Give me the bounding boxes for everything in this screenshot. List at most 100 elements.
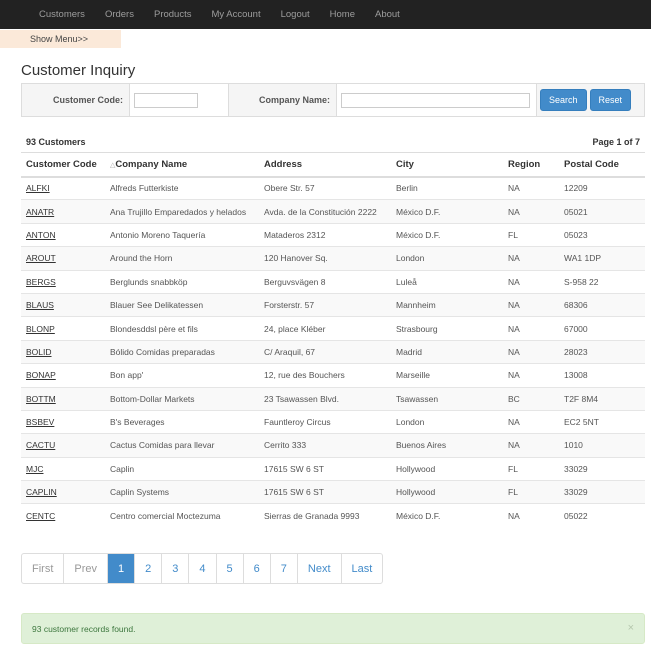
- cell-city: London: [391, 246, 503, 271]
- pager-6[interactable]: 6: [244, 554, 271, 583]
- cell-postal-code: 05023: [559, 222, 645, 247]
- cell-city: Mannheim: [391, 292, 503, 317]
- cell-region: FL: [503, 456, 559, 481]
- search-buttons-cell: Search Reset: [537, 84, 644, 116]
- col-header-address[interactable]: Address: [259, 152, 391, 178]
- cell-region: NA: [503, 269, 559, 294]
- col-header-company-name[interactable]: △Company Name: [105, 152, 259, 178]
- cell-address: 23 Tsawassen Blvd.: [259, 386, 391, 411]
- table-row: CAPLIN Caplin Systems 17615 SW 6 ST Hollywo…: [21, 480, 645, 504]
- nav-logout[interactable]: Logout: [281, 9, 310, 20]
- cell-customer-code: BERGS: [21, 269, 105, 294]
- table-row: MJC Caplin 17615 SW 6 ST Hollywood FL 33029: [21, 456, 645, 481]
- show-menu-toggle[interactable]: Show Menu>>: [0, 30, 121, 48]
- table-row: CACTU Cactus Comidas para llevar Cerrito 3…: [21, 433, 645, 458]
- cell-postal-code: WA1 1DP: [559, 246, 645, 271]
- cell-customer-code: BONAP: [21, 363, 105, 388]
- customer-code-link[interactable]: BONAP: [26, 370, 56, 380]
- cell-region: NA: [503, 339, 559, 364]
- search-button[interactable]: Search: [540, 89, 587, 111]
- customer-code-link[interactable]: CACTU: [26, 440, 55, 450]
- customer-code-link[interactable]: ALFKI: [26, 183, 50, 193]
- alert-message: 93 customer records found.: [32, 624, 136, 634]
- pager-first[interactable]: First: [22, 554, 65, 583]
- cell-city: México D.F.: [391, 199, 503, 224]
- company-name-input[interactable]: [341, 92, 530, 108]
- customer-code-link[interactable]: AROUT: [26, 253, 56, 263]
- pager-last[interactable]: Last: [342, 554, 383, 583]
- col-header-customer-code[interactable]: Customer Code: [21, 152, 105, 178]
- customer-code-link[interactable]: BSBEV: [26, 417, 54, 427]
- cell-address: 17615 SW 6 ST: [259, 456, 391, 481]
- cell-region: NA: [503, 363, 559, 388]
- pager-1[interactable]: 1: [108, 554, 136, 583]
- cell-company-name: Around the Horn: [105, 246, 259, 271]
- cell-customer-code: ANATR: [21, 199, 105, 224]
- customer-code-label: Customer Code:: [22, 84, 130, 116]
- customer-code-input[interactable]: [134, 92, 198, 108]
- cell-postal-code: T2F 8M4: [559, 386, 645, 411]
- cell-region: NA: [503, 409, 559, 434]
- cell-customer-code: ANTON: [21, 222, 105, 247]
- customer-table: Customer Code △Company Name Address City…: [21, 152, 645, 528]
- close-icon[interactable]: ×: [628, 622, 634, 634]
- company-name-label: Company Name:: [229, 84, 337, 116]
- cell-address: Avda. de la Constitución 2222: [259, 199, 391, 224]
- company-name-cell: [337, 84, 537, 116]
- cell-address: Mataderos 2312: [259, 222, 391, 247]
- table-row: BOLID Bólido Comidas preparadas C/ Araquil…: [21, 339, 645, 364]
- customer-code-link[interactable]: BOTTM: [26, 394, 56, 404]
- cell-city: Marseille: [391, 363, 503, 388]
- cell-postal-code: EC2 5NT: [559, 409, 645, 434]
- cell-city: México D.F.: [391, 222, 503, 247]
- customer-code-link[interactable]: MJC: [26, 464, 43, 474]
- cell-customer-code: MJC: [21, 456, 105, 481]
- pager-5[interactable]: 5: [217, 554, 244, 583]
- pager-next[interactable]: Next: [298, 554, 342, 583]
- cell-company-name: Centro comercial Moctezuma: [105, 503, 259, 528]
- result-alert: 93 customer records found. ×: [21, 613, 645, 644]
- nav-my-account[interactable]: My Account: [211, 9, 260, 20]
- cell-company-name: Bottom-Dollar Markets: [105, 386, 259, 411]
- table-row: ANTON Antonio Moreno Taquería Mataderos 23…: [21, 222, 645, 247]
- customer-code-link[interactable]: BLAUS: [26, 300, 54, 310]
- cell-postal-code: 67000: [559, 316, 645, 341]
- pager-2[interactable]: 2: [135, 554, 163, 583]
- cell-company-name: Caplin Systems: [105, 480, 259, 504]
- col-header-city[interactable]: City: [391, 152, 503, 178]
- col-header-region[interactable]: Region: [503, 152, 559, 178]
- col-header-postal-code[interactable]: Postal Code: [559, 152, 645, 178]
- pager-7[interactable]: 7: [271, 554, 298, 583]
- cell-address: Berguvsvägen 8: [259, 269, 391, 294]
- nav-about[interactable]: About: [375, 9, 400, 20]
- cell-postal-code: 05021: [559, 199, 645, 224]
- cell-postal-code: 68306: [559, 292, 645, 317]
- cell-company-name: Berglunds snabbköp: [105, 269, 259, 294]
- table-row: BONAP Bon app' 12, rue des Bouchers Marseil…: [21, 363, 645, 388]
- pager-prev[interactable]: Prev: [64, 554, 109, 583]
- cell-address: 24, place Kléber: [259, 316, 391, 341]
- customer-code-link[interactable]: ANATR: [26, 207, 54, 217]
- table-row: ALFKI Alfreds Futterkiste Obere Str. 57 Ber…: [21, 175, 645, 200]
- customer-code-link[interactable]: BLONP: [26, 324, 55, 334]
- reset-button[interactable]: Reset: [589, 89, 632, 111]
- cell-company-name: B's Beverages: [105, 409, 259, 434]
- nav-orders[interactable]: Orders: [105, 9, 134, 20]
- nav-products[interactable]: Products: [154, 9, 192, 20]
- customer-code-link[interactable]: CENTC: [26, 511, 55, 521]
- nav-customers[interactable]: Customers: [39, 9, 85, 20]
- customer-code-link[interactable]: BERGS: [26, 277, 56, 287]
- customer-code-link[interactable]: ANTON: [26, 230, 56, 240]
- pager-4[interactable]: 4: [189, 554, 217, 583]
- pager-3[interactable]: 3: [162, 554, 190, 583]
- nav-home[interactable]: Home: [330, 9, 355, 20]
- cell-postal-code: 12209: [559, 175, 645, 200]
- cell-postal-code: 05022: [559, 503, 645, 528]
- customer-code-link[interactable]: CAPLIN: [26, 487, 57, 497]
- customer-code-link[interactable]: BOLID: [26, 347, 52, 357]
- cell-region: NA: [503, 503, 559, 528]
- cell-postal-code: 33029: [559, 456, 645, 481]
- cell-company-name: Bólido Comidas preparadas: [105, 339, 259, 364]
- cell-region: BC: [503, 386, 559, 411]
- table-row: BOTTM Bottom-Dollar Markets 23 Tsawassen B…: [21, 386, 645, 411]
